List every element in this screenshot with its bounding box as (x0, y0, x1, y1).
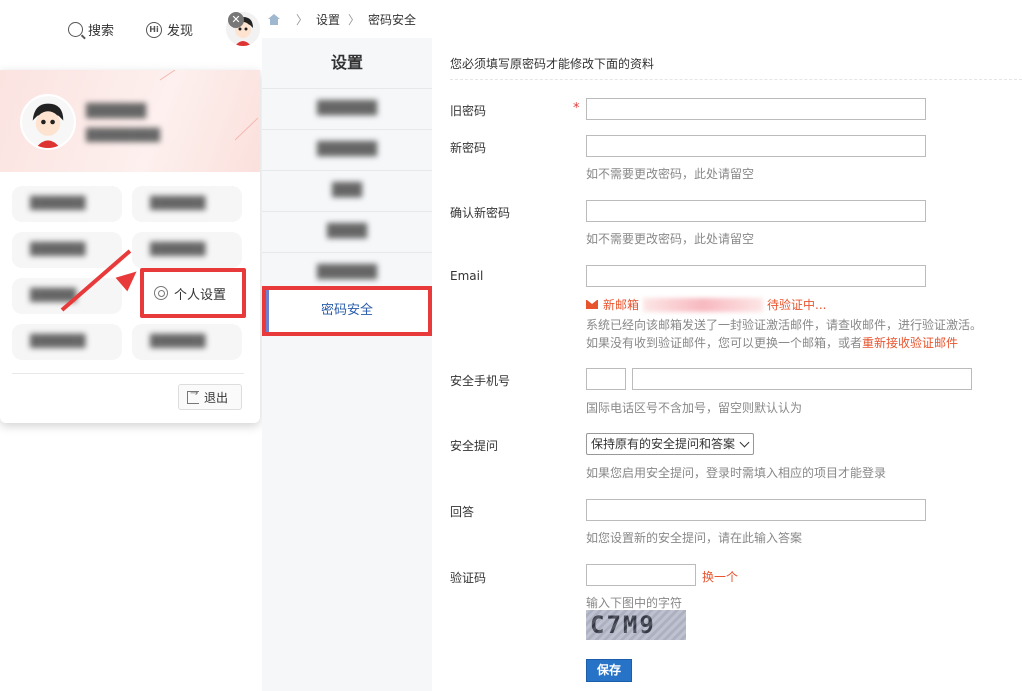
user-name-redacted: ██████ (86, 104, 146, 119)
menu-item-redacted[interactable]: ██████ (12, 232, 122, 268)
side-nav-item-redacted[interactable]: ██████ (262, 129, 432, 170)
email-info-line-1: 系统已经向该邮箱发送了一封验证激活邮件，请查收邮件，进行验证激活。 (586, 318, 983, 332)
side-nav-item-password-security[interactable]: 密码安全 (262, 286, 432, 336)
save-button[interactable]: 保存 (586, 659, 632, 682)
security-question-label: 安全提问 (450, 439, 499, 453)
logout-label: 退出 (204, 390, 229, 405)
answer-label: 回答 (450, 505, 475, 519)
email-warn-suffix: 待验证中... (767, 298, 827, 312)
side-nav-item-redacted[interactable]: ████ (262, 211, 432, 252)
captcha-hint: 输入下图中的字符 (586, 596, 683, 610)
captcha-refresh-link[interactable]: 换一个 (702, 568, 738, 585)
menu-item-redacted[interactable]: ██████ (132, 232, 242, 268)
security-question-value: 保持原有的安全提问和答案 (591, 437, 736, 451)
side-nav-item-redacted[interactable]: ███ (262, 170, 432, 211)
user-dropdown-menu: ██████ ████████ ██████ ██████ ██████ ███… (0, 70, 260, 423)
security-question-select[interactable]: 保持原有的安全提问和答案 (586, 433, 754, 455)
user-info-redacted: ████████ (86, 128, 160, 142)
close-icon[interactable]: ✕ (228, 12, 244, 28)
breadcrumb-separator: 〉 (296, 12, 309, 27)
side-nav-item-redacted[interactable]: ██████ (262, 88, 432, 129)
menu-item-redacted[interactable]: ██████ (12, 324, 122, 360)
personal-settings-label: 个人设置 (174, 287, 227, 303)
captcha-input[interactable] (586, 564, 696, 586)
confirm-password-hint: 如不需要更改密码，此处请留空 (586, 232, 755, 246)
old-password-input[interactable] (586, 98, 926, 120)
resend-verification-link[interactable]: 重新接收验证邮件 (862, 336, 958, 350)
discover-link[interactable]: Hi 发现 (146, 20, 193, 39)
email-info-line-2: 如果没有收到验证邮件，您可以更换一个邮箱，或者重新接收验证邮件 (586, 334, 958, 351)
email-info-text: 如果没有收到验证邮件，您可以更换一个邮箱，或者 (586, 336, 863, 350)
email-warn-prefix: 新邮箱 (603, 298, 640, 312)
breadcrumb: 〉 设置 〉 密码安全 (268, 0, 416, 38)
user-avatar[interactable] (20, 94, 76, 150)
discover-label: 发现 (167, 24, 194, 39)
top-nav-bar: 搜索 Hi 发现 ✕ (0, 0, 260, 70)
breadcrumb-separator: 〉 (348, 12, 361, 27)
divider (12, 373, 244, 374)
menu-item-redacted[interactable]: ██████ (132, 324, 242, 360)
email-pending-warning: 新邮箱 待验证中... (586, 296, 826, 313)
phone-number-input[interactable] (632, 368, 972, 390)
confirm-password-input[interactable] (586, 200, 926, 222)
confirm-password-label: 确认新密码 (450, 206, 511, 220)
new-password-label: 新密码 (450, 141, 487, 155)
search-label: 搜索 (88, 24, 115, 39)
side-nav-title: 设置 (330, 53, 363, 72)
required-mark: * (573, 101, 580, 116)
form-notice: 您必须填写原密码才能修改下面的资料 (450, 57, 655, 71)
answer-input[interactable] (586, 499, 926, 521)
chevron-down-icon (739, 437, 750, 448)
side-nav-active-label: 密码安全 (320, 303, 373, 318)
discover-icon: Hi (146, 21, 162, 38)
security-question-hint: 如果您启用安全提问，登录时需填入相应的项目才能登录 (586, 466, 887, 480)
breadcrumb-password-security[interactable]: 密码安全 (368, 11, 416, 28)
logout-button[interactable]: 退出 (178, 384, 242, 410)
new-password-input[interactable] (586, 135, 926, 157)
search-link[interactable]: 搜索 (68, 20, 114, 39)
email-label: Email (450, 269, 484, 283)
phone-label: 安全手机号 (450, 374, 511, 388)
phone-hint: 国际电话区号不含加号，留空则默认认为 (586, 401, 803, 415)
old-password-label: 旧密码 (450, 104, 487, 118)
home-icon[interactable] (268, 13, 280, 25)
phone-country-code-input[interactable] (586, 368, 626, 390)
captcha-label: 验证码 (450, 571, 487, 585)
menu-item-redacted[interactable]: ██████ (12, 186, 122, 222)
mail-icon (586, 300, 598, 309)
avatar-cartoon-icon (22, 96, 74, 148)
menu-item-redacted[interactable]: █████ (12, 278, 122, 314)
breadcrumb-settings[interactable]: 设置 (316, 11, 340, 28)
user-profile-header: ██████ ████████ (0, 70, 260, 172)
email-redacted (643, 297, 764, 312)
captcha-image[interactable]: C7M9 (586, 610, 686, 640)
personal-settings-button[interactable]: 个人设置 (140, 268, 246, 318)
settings-side-nav: 设置 ██████ ██████ ███ ████ ██████ 密码安全 (262, 38, 432, 691)
answer-hint: 如您设置新的安全提问，请在此输入答案 (586, 531, 803, 545)
search-icon (68, 22, 83, 37)
logout-icon (187, 388, 199, 404)
email-input[interactable] (586, 265, 926, 287)
new-password-hint: 如不需要更改密码，此处请留空 (586, 167, 755, 181)
menu-item-redacted[interactable]: ██████ (132, 186, 242, 222)
password-security-form: 您必须填写原密码才能修改下面的资料 旧密码 * 新密码 如不需要更改密码，此处请… (432, 38, 1022, 691)
settings-gear-icon (154, 286, 168, 300)
divider (450, 79, 1022, 80)
